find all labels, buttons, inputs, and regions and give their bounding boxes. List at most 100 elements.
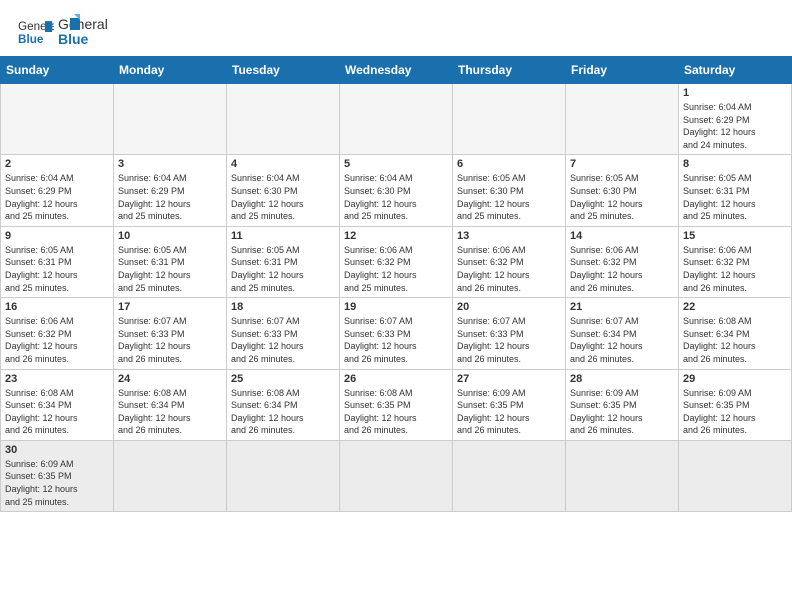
day-info: Sunrise: 6:05 AMSunset: 6:31 PMDaylight:… [5,244,109,294]
day-number: 9 [5,230,109,242]
day-number: 17 [118,301,222,313]
day-number: 8 [683,158,787,170]
day-number: 16 [5,301,109,313]
day-number: 26 [344,373,448,385]
day-info: Sunrise: 6:04 AMSunset: 6:29 PMDaylight:… [683,101,787,151]
day-number: 28 [570,373,674,385]
calendar-cell: 19 Sunrise: 6:07 AMSunset: 6:33 PMDayligh… [340,298,453,369]
header-wednesday: Wednesday [340,57,453,84]
week-row-2: 2Sunrise: 6:04 AMSunset: 6:29 PMDaylight… [1,155,792,226]
header-tuesday: Tuesday [227,57,340,84]
calendar-cell: 28 Sunrise: 6:09 AMSunset: 6:35 PMDayligh… [566,369,679,440]
day-info: Sunrise: 6:08 AMSunset: 6:34 PMDaylight:… [118,387,222,437]
day-number: 12 [344,230,448,242]
calendar-cell: 25Sunrise: 6:08 AMSunset: 6:34 PMDayligh… [227,369,340,440]
svg-text:Blue: Blue [18,33,44,46]
day-number: 27 [457,373,561,385]
day-info: Sunrise: 6:07 AMSunset: 6:33 PMDaylight:… [344,315,448,365]
day-number: 3 [118,158,222,170]
day-info: Sunrise: 6:07 AMSunset: 6:33 PMDaylight:… [457,315,561,365]
calendar-cell [453,84,566,155]
week-row-5: 23 Sunrise: 6:08 AMSunset: 6:34 PMDayligh… [1,369,792,440]
day-number: 15 [683,230,787,242]
day-number: 4 [231,158,335,170]
day-number: 1 [683,87,787,99]
calendar-cell: 14 Sunrise: 6:06 AMSunset: 6:32 PMDayligh… [566,226,679,297]
day-number: 30 [5,444,109,456]
day-number: 14 [570,230,674,242]
logo: General Blue General Blue [18,14,80,50]
calendar-cell: 4 Sunrise: 6:04 AMSunset: 6:30 PMDaylight… [227,155,340,226]
calendar-cell: 29Sunrise: 6:09 AMSunset: 6:35 PMDayligh… [679,369,792,440]
day-info: Sunrise: 6:06 AMSunset: 6:32 PMDaylight:… [683,244,787,294]
calendar-cell: 1 Sunrise: 6:04 AMSunset: 6:29 PMDaylight… [679,84,792,155]
calendar-cell: 3Sunrise: 6:04 AMSunset: 6:29 PMDaylight… [114,155,227,226]
day-number: 25 [231,373,335,385]
calendar-cell: 10Sunrise: 6:05 AMSunset: 6:31 PMDayligh… [114,226,227,297]
day-number: 22 [683,301,787,313]
calendar-cell: 16 Sunrise: 6:06 AMSunset: 6:32 PMDayligh… [1,298,114,369]
calendar-cell: 22Sunrise: 6:08 AMSunset: 6:34 PMDayligh… [679,298,792,369]
day-info: Sunrise: 6:06 AMSunset: 6:32 PMDaylight:… [344,244,448,294]
day-number: 10 [118,230,222,242]
header-sunday: Sunday [1,57,114,84]
calendar-cell: 11 Sunrise: 6:05 AMSunset: 6:31 PMDayligh… [227,226,340,297]
calendar-cell [1,84,114,155]
day-info: Sunrise: 6:06 AMSunset: 6:32 PMDaylight:… [5,315,109,365]
day-number: 18 [231,301,335,313]
page-header: General Blue General Blue [0,0,792,56]
calendar-cell: 6Sunrise: 6:05 AMSunset: 6:30 PMDaylight… [453,155,566,226]
day-number: 7 [570,158,674,170]
calendar-cell: 18 Sunrise: 6:07 AMSunset: 6:33 PMDayligh… [227,298,340,369]
day-info: Sunrise: 6:04 AMSunset: 6:30 PMDaylight:… [231,172,335,222]
calendar-cell [566,440,679,511]
header-monday: Monday [114,57,227,84]
calendar-cell [340,84,453,155]
day-number: 23 [5,373,109,385]
week-row-4: 16 Sunrise: 6:06 AMSunset: 6:32 PMDayligh… [1,298,792,369]
calendar-cell [679,440,792,511]
header-friday: Friday [566,57,679,84]
week-row-1: 1 Sunrise: 6:04 AMSunset: 6:29 PMDaylight… [1,84,792,155]
calendar-cell: 2Sunrise: 6:04 AMSunset: 6:29 PMDaylight… [1,155,114,226]
day-number: 11 [231,230,335,242]
day-number: 5 [344,158,448,170]
calendar-cell [340,440,453,511]
day-info: Sunrise: 6:09 AMSunset: 6:35 PMDaylight:… [683,387,787,437]
day-number: 24 [118,373,222,385]
day-number: 21 [570,301,674,313]
day-info: Sunrise: 6:05 AMSunset: 6:30 PMDaylight:… [570,172,674,222]
calendar-cell: 30 Sunrise: 6:09 AMSunset: 6:35 PMDayligh… [1,440,114,511]
week-row-6: 30 Sunrise: 6:09 AMSunset: 6:35 PMDayligh… [1,440,792,511]
day-number: 19 [344,301,448,313]
day-info: Sunrise: 6:07 AMSunset: 6:34 PMDaylight:… [570,315,674,365]
day-info: Sunrise: 6:09 AMSunset: 6:35 PMDaylight:… [5,458,109,508]
calendar-cell: 20 Sunrise: 6:07 AMSunset: 6:33 PMDayligh… [453,298,566,369]
calendar-cell: 21 Sunrise: 6:07 AMSunset: 6:34 PMDayligh… [566,298,679,369]
calendar-cell: 13Sunrise: 6:06 AMSunset: 6:32 PMDayligh… [453,226,566,297]
calendar-cell: 23 Sunrise: 6:08 AMSunset: 6:34 PMDayligh… [1,369,114,440]
header-thursday: Thursday [453,57,566,84]
day-info: Sunrise: 6:05 AMSunset: 6:31 PMDaylight:… [231,244,335,294]
day-number: 2 [5,158,109,170]
calendar-cell: 7 Sunrise: 6:05 AMSunset: 6:30 PMDaylight… [566,155,679,226]
day-info: Sunrise: 6:09 AMSunset: 6:35 PMDaylight:… [570,387,674,437]
calendar-table: SundayMondayTuesdayWednesdayThursdayFrid… [0,56,792,512]
day-number: 20 [457,301,561,313]
day-info: Sunrise: 6:05 AMSunset: 6:30 PMDaylight:… [457,172,561,222]
day-info: Sunrise: 6:06 AMSunset: 6:32 PMDaylight:… [570,244,674,294]
calendar-cell [566,84,679,155]
calendar-cell: 12 Sunrise: 6:06 AMSunset: 6:32 PMDayligh… [340,226,453,297]
calendar-header-row: SundayMondayTuesdayWednesdayThursdayFrid… [1,57,792,84]
calendar-cell [114,440,227,511]
calendar-cell [227,84,340,155]
calendar-cell [227,440,340,511]
day-info: Sunrise: 6:07 AMSunset: 6:33 PMDaylight:… [231,315,335,365]
day-info: Sunrise: 6:08 AMSunset: 6:34 PMDaylight:… [5,387,109,437]
calendar-cell: 15 Sunrise: 6:06 AMSunset: 6:32 PMDayligh… [679,226,792,297]
calendar-cell: 9 Sunrise: 6:05 AMSunset: 6:31 PMDaylight… [1,226,114,297]
calendar-cell: 27Sunrise: 6:09 AMSunset: 6:35 PMDayligh… [453,369,566,440]
day-info: Sunrise: 6:07 AMSunset: 6:33 PMDaylight:… [118,315,222,365]
calendar-cell: 17 Sunrise: 6:07 AMSunset: 6:33 PMDayligh… [114,298,227,369]
day-info: Sunrise: 6:05 AMSunset: 6:31 PMDaylight:… [683,172,787,222]
